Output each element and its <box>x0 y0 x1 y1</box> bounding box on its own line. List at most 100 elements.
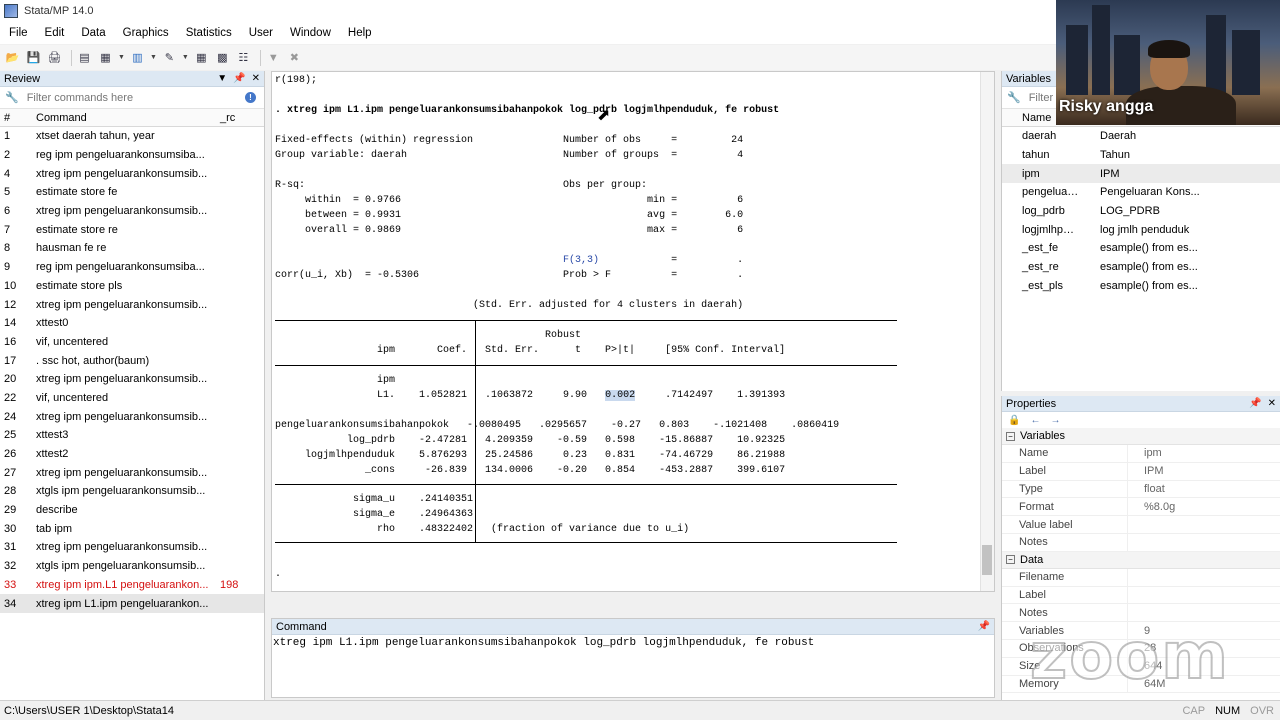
review-row[interactable]: 30 tab ipm <box>0 519 264 538</box>
review-row-command: estimate store re <box>36 223 118 236</box>
menu-file[interactable]: File <box>0 27 36 39</box>
chevron-down-icon[interactable]: ▼ <box>150 54 157 61</box>
chevron-down-icon[interactable]: ▼ <box>118 54 125 61</box>
property-row[interactable]: Filename <box>1002 568 1280 587</box>
review-row[interactable]: 2 reg ipm pengeluarankonsumsiba... <box>0 146 264 165</box>
review-filter-input[interactable]: Filter commands here <box>27 92 133 104</box>
review-row[interactable]: 25 xttest3 <box>0 426 264 445</box>
property-row[interactable]: Format %8.0g <box>1002 498 1280 517</box>
selected-p-value[interactable]: 0.002 <box>605 390 636 401</box>
review-row[interactable]: 8 hausman fe re <box>0 239 264 258</box>
variable-row[interactable]: logjmlhpend... log jmlh penduduk <box>1002 220 1280 239</box>
menu-statistics[interactable]: Statistics <box>177 27 240 39</box>
chevron-down-icon[interactable]: ▼ <box>182 54 189 61</box>
results-scroll-thumb[interactable] <box>982 545 992 575</box>
viewer-icon[interactable]: ▦ <box>97 49 114 66</box>
properties-section-data[interactable]: − Data <box>1002 551 1280 569</box>
results-scrollbar[interactable] <box>980 72 994 591</box>
review-row[interactable]: 32 xtgls ipm pengeluarankonsumsib... <box>0 557 264 576</box>
review-row[interactable]: 24 xtreg ipm pengeluarankonsumsib... <box>0 407 264 426</box>
review-row[interactable]: 6 xtreg ipm pengeluarankonsumsib... <box>0 202 264 221</box>
break-icon[interactable]: ✖ <box>286 49 303 66</box>
variable-row[interactable]: tahun Tahun <box>1002 146 1280 165</box>
property-row[interactable]: Label <box>1002 586 1280 605</box>
back-arrow-icon[interactable]: ← <box>1030 415 1040 426</box>
review-row[interactable]: 9 reg ipm pengeluarankonsumsiba... <box>0 258 264 277</box>
review-row[interactable]: 7 estimate store re <box>0 220 264 239</box>
review-row[interactable]: 34 xtreg ipm L1.ipm pengeluarankon... <box>0 594 264 613</box>
variable-row[interactable]: _est_fe esample() from es... <box>1002 239 1280 258</box>
review-row[interactable]: 16 vif, uncentered <box>0 333 264 352</box>
data-browser-icon[interactable]: ▩ <box>214 49 231 66</box>
menu-help[interactable]: Help <box>339 27 380 39</box>
review-row[interactable]: 31 xtreg ipm pengeluarankonsumsib... <box>0 538 264 557</box>
review-row[interactable]: 17 . ssc hot, author(baum) <box>0 351 264 370</box>
variable-row[interactable]: _est_pls esample() from es... <box>1002 277 1280 296</box>
table-row: pengeluarankonsumsibahanpokok -.0080495 … <box>275 420 840 431</box>
menu-user[interactable]: User <box>240 27 281 39</box>
review-row-num: 8 <box>4 242 11 255</box>
save-icon[interactable]: 💾 <box>25 49 42 66</box>
pin-icon[interactable]: 📌 <box>1249 398 1261 409</box>
pin-icon[interactable]: 📌 <box>978 621 990 632</box>
forward-arrow-icon[interactable]: → <box>1050 415 1060 426</box>
menu-window[interactable]: Window <box>281 27 339 39</box>
menu-data[interactable]: Data <box>72 27 113 39</box>
review-row[interactable]: 26 xttest2 <box>0 445 264 464</box>
property-row[interactable]: Name ipm <box>1002 445 1280 463</box>
review-row[interactable]: 27 xtreg ipm pengeluarankonsumsib... <box>0 463 264 482</box>
collapse-icon[interactable]: − <box>1006 555 1015 565</box>
review-row-num: 25 <box>4 429 17 442</box>
review-row[interactable]: 22 vif, uncentered <box>0 389 264 408</box>
col-command[interactable]: Command <box>36 112 214 124</box>
open-icon[interactable]: 📂 <box>4 49 21 66</box>
property-row[interactable]: Notes <box>1002 533 1280 552</box>
review-row[interactable]: 12 xtreg ipm pengeluarankonsumsib... <box>0 295 264 314</box>
graph-icon[interactable]: ▥ <box>129 49 146 66</box>
variables-manager-icon[interactable]: ☷ <box>235 49 252 66</box>
person-hair <box>1148 40 1190 58</box>
variable-row[interactable]: _est_re esample() from es... <box>1002 258 1280 277</box>
property-row[interactable]: Label IPM <box>1002 462 1280 481</box>
col-num[interactable]: # <box>0 112 36 124</box>
col-name[interactable]: Name <box>1002 112 1051 124</box>
review-row[interactable]: 5 estimate store fe <box>0 183 264 202</box>
review-row[interactable]: 4 xtreg ipm pengeluarankonsumsib... <box>0 164 264 183</box>
lock-icon[interactable]: 🔒 <box>1008 415 1020 426</box>
close-icon[interactable]: ✕ <box>1268 398 1276 409</box>
do-file-editor-icon[interactable]: ✎ <box>161 49 178 66</box>
review-row[interactable]: 20 xtreg ipm pengeluarankonsumsib... <box>0 370 264 389</box>
variable-row[interactable]: daerah Daerah <box>1002 127 1280 146</box>
results-window[interactable]: r(198); . xtreg ipm L1.ipm pengeluaranko… <box>271 71 995 592</box>
info-icon[interactable]: ! <box>245 92 256 103</box>
review-row[interactable]: 1 xtset daerah tahun, year <box>0 127 264 146</box>
pin-icon[interactable]: 📌 <box>233 73 245 84</box>
review-row[interactable]: 33 xtreg ipm ipm.L1 pengeluarankon... 198 <box>0 576 264 595</box>
review-row[interactable]: 10 estimate store pls <box>0 277 264 296</box>
variable-row[interactable]: log_pdrb LOG_PDRB <box>1002 202 1280 221</box>
f-stat-link[interactable]: F(3,3) <box>563 255 599 266</box>
review-row[interactable]: 14 xttest0 <box>0 314 264 333</box>
review-row[interactable]: 28 xtgls ipm pengeluarankonsumsib... <box>0 482 264 501</box>
variable-row[interactable]: pengeluaran... Pengeluaran Kons... <box>1002 183 1280 202</box>
review-filter[interactable]: 🔧 Filter commands here ! <box>0 87 264 109</box>
property-row[interactable]: Value label <box>1002 516 1280 534</box>
variables-filter-input[interactable]: Filter <box>1029 92 1053 104</box>
print-icon[interactable]: 🖨 <box>46 49 63 66</box>
collapse-icon[interactable]: − <box>1006 431 1015 441</box>
section-title: Variables <box>1020 430 1066 442</box>
more-icon[interactable]: ▼ <box>265 49 282 66</box>
close-icon[interactable]: ✕ <box>252 73 260 84</box>
data-editor-icon[interactable]: ▦ <box>193 49 210 66</box>
command-input[interactable]: xtreg ipm L1.ipm pengeluarankonsumsibaha… <box>272 635 994 649</box>
properties-section-variables[interactable]: − Variables <box>1002 428 1280 445</box>
variable-row[interactable]: ipm IPM <box>1002 164 1280 184</box>
menu-edit[interactable]: Edit <box>36 27 73 39</box>
col-rc[interactable]: _rc <box>214 112 235 124</box>
menu-graphics[interactable]: Graphics <box>114 27 177 39</box>
log-icon[interactable]: ▤ <box>76 49 93 66</box>
property-row[interactable]: Type float <box>1002 480 1280 499</box>
filter-icon[interactable]: ▼ <box>217 73 227 84</box>
review-row[interactable]: 29 describe <box>0 501 264 520</box>
property-key: Notes <box>1002 533 1128 551</box>
